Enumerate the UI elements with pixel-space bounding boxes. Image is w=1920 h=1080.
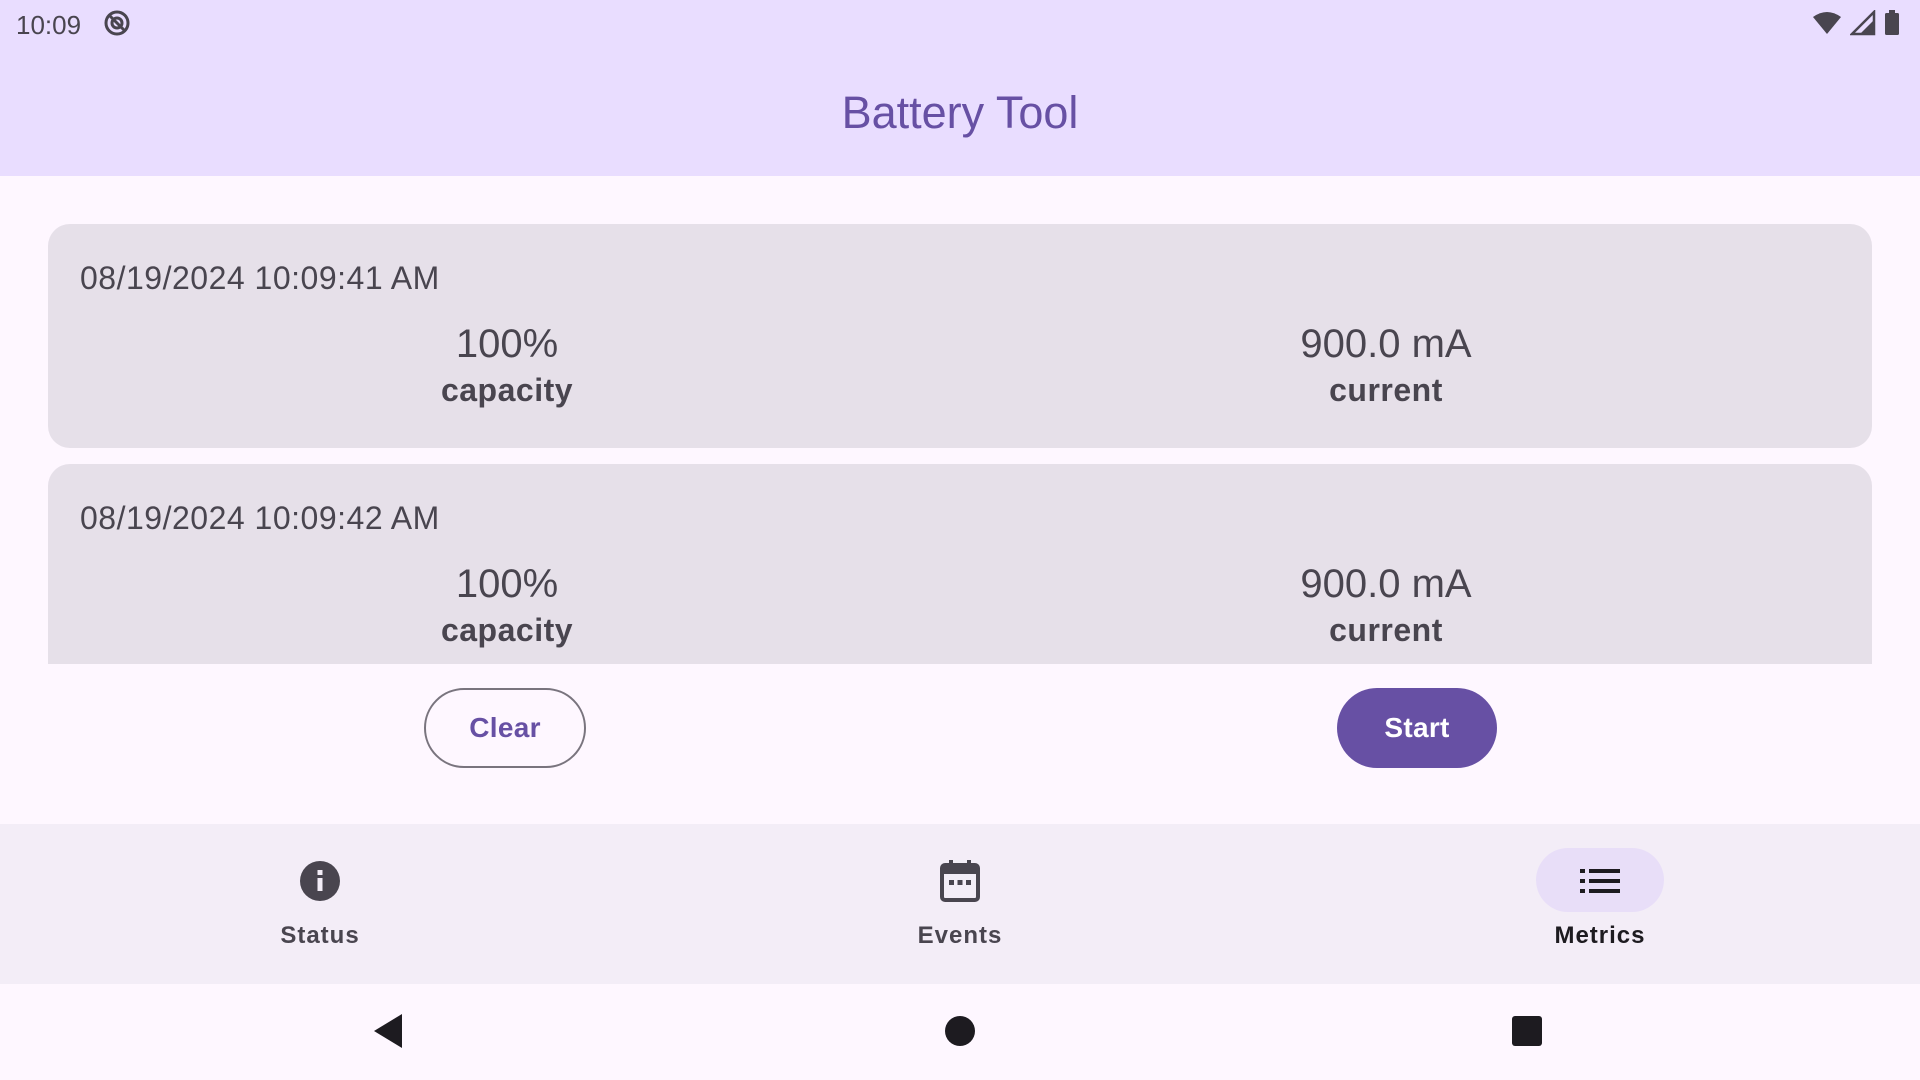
data-saver-icon: [103, 9, 131, 42]
clear-button[interactable]: Clear: [424, 688, 586, 768]
capacity-label: capacity: [440, 612, 574, 648]
record-timestamp: 08/19/2024 10:09:42 AM: [80, 500, 440, 536]
page-title: Battery Tool: [841, 87, 1079, 138]
current-metric: 900.0 mA current: [1186, 560, 1586, 652]
capacity-label: capacity: [440, 372, 574, 408]
top-app-bar: Battery Tool: [0, 50, 1920, 176]
screen: 10:09 Battery Tool 08/19/2024 10:09:41 A…: [0, 0, 1920, 1080]
info-icon: [299, 860, 341, 902]
capacity-metric: 100% capacity: [307, 320, 707, 412]
current-metric: 900.0 mA current: [1186, 320, 1586, 412]
wifi-icon: [1812, 11, 1842, 40]
nav-item-status[interactable]: Status: [0, 824, 640, 984]
bottom-navigation: Status Events Metrics: [0, 824, 1920, 984]
list-icon: [1579, 860, 1621, 902]
nav-label-metrics: Metrics: [1554, 922, 1646, 949]
capacity-value: 100%: [455, 322, 559, 366]
start-button[interactable]: Start: [1337, 688, 1497, 768]
cellular-signal-icon: [1848, 8, 1876, 41]
nav-item-events[interactable]: Events: [640, 824, 1280, 984]
capacity-metric: 100% capacity: [307, 560, 707, 652]
calendar-icon: [939, 860, 981, 902]
home-icon[interactable]: [942, 1012, 978, 1055]
current-value: 900.0 mA: [1300, 562, 1472, 606]
metric-record-card: 08/19/2024 10:09:42 AM 100% capacity 900…: [48, 464, 1872, 664]
status-right: [1812, 8, 1900, 41]
nav-label-events: Events: [917, 922, 1003, 949]
nav-item-metrics[interactable]: Metrics: [1280, 824, 1920, 984]
current-value: 900.0 mA: [1300, 322, 1472, 366]
nav-label-status: Status: [280, 922, 360, 949]
metrics-content: 08/19/2024 10:09:41 AM 100% capacity 900…: [0, 176, 1920, 824]
status-bar: 10:09: [0, 0, 1920, 50]
current-label: current: [1329, 612, 1443, 648]
recents-icon[interactable]: [1510, 1012, 1544, 1055]
current-label: current: [1329, 372, 1443, 408]
capacity-value: 100%: [455, 562, 559, 606]
metrics-list[interactable]: 08/19/2024 10:09:41 AM 100% capacity 900…: [48, 224, 1872, 664]
status-left: 10:09: [16, 9, 131, 42]
system-navigation-bar: [0, 984, 1920, 1080]
back-icon[interactable]: [372, 1012, 406, 1055]
status-time: 10:09: [16, 9, 82, 40]
record-timestamp: 08/19/2024 10:09:41 AM: [80, 260, 440, 296]
battery-icon: [1884, 9, 1900, 41]
metric-record-card: 08/19/2024 10:09:41 AM 100% capacity 900…: [48, 224, 1872, 448]
